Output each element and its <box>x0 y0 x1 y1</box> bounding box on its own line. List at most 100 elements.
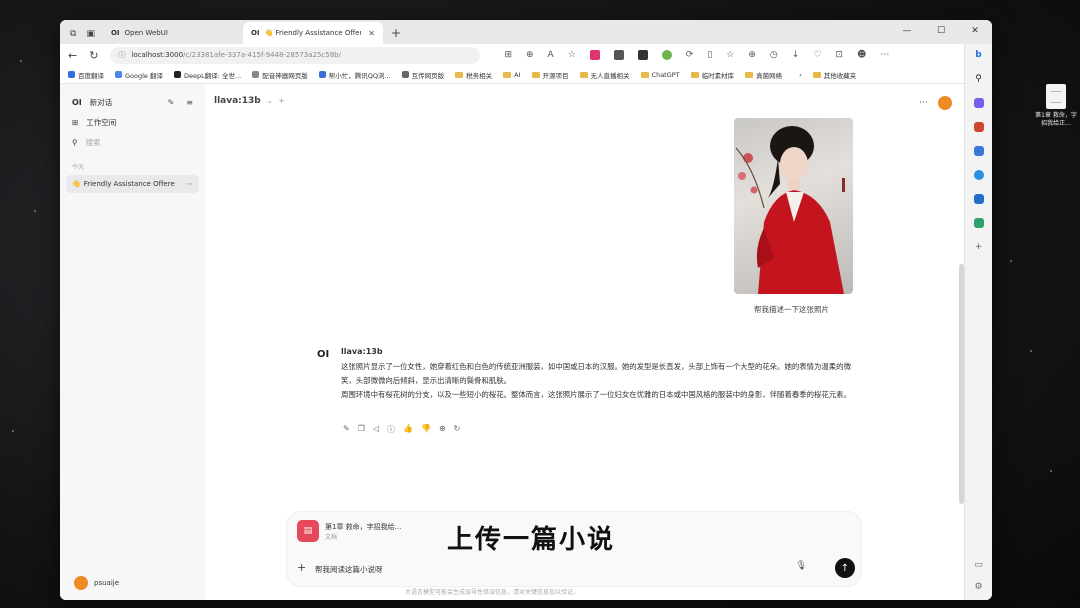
favorites-icon[interactable]: ☆ <box>726 50 734 60</box>
uploaded-image[interactable] <box>734 118 853 294</box>
search-icon[interactable]: ⚲ <box>975 74 982 84</box>
download-icon[interactable]: ↓ <box>792 50 800 60</box>
bookmark-folder[interactable]: 税务相关 <box>455 70 492 80</box>
speaker-icon[interactable]: ◁ <box>373 424 379 435</box>
extension-icon[interactable] <box>637 50 648 60</box>
edge-sidebar: b ⚲ + ▭ ⚙ <box>964 44 992 600</box>
tab-actions-icon[interactable]: ▣ <box>86 29 95 39</box>
continue-icon[interactable]: ⊕ <box>439 424 446 435</box>
menu-icon[interactable]: ≡ <box>186 98 193 107</box>
tab-strip: ⧉ ▣ OI Open WebUI OI 👋 Friendly Assistan… <box>60 20 992 44</box>
extension-icon[interactable]: ⟳ <box>686 50 694 60</box>
add-icon[interactable]: + <box>975 242 983 252</box>
extension-icon[interactable] <box>589 50 600 60</box>
extension-icon[interactable] <box>661 50 672 60</box>
more-icon[interactable]: ⋯ <box>919 98 928 108</box>
screenshot-icon[interactable]: ⊡ <box>835 50 843 60</box>
user-menu[interactable]: psuaije <box>74 576 119 590</box>
copilot-icon[interactable]: b <box>975 50 981 60</box>
tab-favicon: OI <box>250 29 260 37</box>
bookmark-item[interactable]: 配音神器网页版 <box>252 70 308 80</box>
sidebar-new-chat[interactable]: OI 新对话 ✎ ≡ <box>66 92 199 112</box>
new-tab-button[interactable]: + <box>383 26 409 44</box>
bookmark-folder[interactable]: AI <box>503 71 521 79</box>
back-icon[interactable]: ← <box>68 49 77 62</box>
bookmark-folder[interactable]: ChatGPT <box>640 71 680 79</box>
bookmarks-bar: 百度翻译 Google 翻译 DeepL翻译: 全世... 配音神器网页版 帮小… <box>60 66 992 84</box>
tab-open-webui[interactable]: OI Open WebUI <box>103 22 243 44</box>
regenerate-icon[interactable]: ↻ <box>454 424 461 435</box>
tab-title: 👋 Friendly Assistance Offere... <box>264 29 361 37</box>
sidebar-toggle-icon[interactable]: ▭ <box>974 560 983 570</box>
zoom-icon[interactable]: ⊕ <box>526 50 534 60</box>
star <box>1010 260 1012 262</box>
info-icon[interactable]: ⓘ <box>387 424 395 435</box>
copy-icon[interactable]: ❐ <box>358 424 365 435</box>
tag-icon[interactable] <box>973 98 984 108</box>
send-button[interactable]: ↑ <box>835 558 855 578</box>
bookmark-item[interactable]: 帮小忙，腾讯QQ浏... <box>318 70 391 80</box>
more-icon[interactable]: ⋯ <box>186 180 193 188</box>
bookmark-folder[interactable]: 其他收藏夹 <box>812 70 856 80</box>
thumbs-up-icon[interactable]: 👍 <box>403 424 413 435</box>
read-aloud-icon[interactable]: ⊞ <box>504 50 512 60</box>
model-selector[interactable]: llava:13b ⌄ + <box>214 96 285 106</box>
edit-icon[interactable]: ✎ <box>168 98 175 107</box>
sidebar-item-workspace[interactable]: ⊞ 工作空间 <box>66 112 199 132</box>
desktop-file[interactable]: 第1章 救命，字招我给正... <box>1034 84 1078 128</box>
tab-friendly-assistance[interactable]: OI 👋 Friendly Assistance Offere... ✕ <box>242 22 383 44</box>
bookmark-folder[interactable]: 无人直播相关 <box>579 70 630 80</box>
refresh-icon[interactable]: ↻ <box>89 49 98 62</box>
bookmark-folder[interactable]: 真菌网络 <box>745 70 782 80</box>
thumbs-down-icon[interactable]: 👎 <box>421 424 431 435</box>
window-close-button[interactable]: ✕ <box>958 20 992 42</box>
performance-icon[interactable]: ♡ <box>813 50 821 60</box>
attached-file[interactable]: ▤ 第1章 救命，字招我给... 文档 <box>297 520 401 542</box>
bookmark-item[interactable]: Google 翻译 <box>115 70 163 80</box>
favorite-star-icon[interactable]: ☆ <box>568 50 576 60</box>
folder-icon <box>455 71 464 78</box>
edit-icon[interactable]: ✎ <box>343 424 350 435</box>
translate-icon[interactable]: A <box>548 50 554 60</box>
tab-title: Open WebUI <box>124 29 168 37</box>
minimize-button[interactable]: — <box>890 20 924 42</box>
workspaces-icon[interactable]: ⧉ <box>70 29 76 39</box>
outlook-icon[interactable] <box>973 194 984 204</box>
designer-icon[interactable] <box>973 218 984 228</box>
bookmark-folder[interactable]: 临时素材库 <box>690 70 734 80</box>
bookmark-item[interactable]: 百度翻译 <box>68 70 104 80</box>
collections-icon[interactable]: ⊕ <box>748 50 756 60</box>
app-logo: OI <box>72 97 82 107</box>
microphone-icon[interactable]: 🎙 <box>796 561 807 571</box>
sidebar-search[interactable]: ⚲ 搜索 <box>66 132 199 152</box>
message-input[interactable]: 帮我阅读这篇小说呀 <box>315 564 383 575</box>
profile-icon[interactable]: ☻ <box>857 50 866 60</box>
more-icon[interactable]: ⋯ <box>880 50 889 60</box>
section-label: 今天 <box>72 164 85 171</box>
split-screen-icon[interactable]: ▯ <box>707 50 712 60</box>
address-bar[interactable]: ⓘ localhost:3000/c/23381afe-337a-415f-94… <box>110 46 481 64</box>
attach-button[interactable]: + <box>297 561 306 574</box>
shopping-icon[interactable] <box>973 122 984 132</box>
info-icon[interactable]: ⓘ <box>118 50 125 60</box>
settings-gear-icon[interactable]: ⚙ <box>974 582 982 592</box>
history-icon[interactable]: ◷ <box>770 50 778 60</box>
video-caption: 上传一篇小说 <box>447 525 616 555</box>
tools-icon[interactable] <box>973 146 984 156</box>
chevron-right-icon[interactable]: › <box>799 71 802 79</box>
folder-icon <box>531 71 540 78</box>
extension-icon[interactable] <box>613 50 624 60</box>
bookmark-folder[interactable]: 开源项目 <box>531 70 569 80</box>
close-icon[interactable]: ✕ <box>368 29 375 38</box>
sidebar: OI 新对话 ✎ ≡ ⊞ 工作空间 ⚲ 搜索 今天 👋 Friendly Ass… <box>60 84 205 600</box>
add-model-icon[interactable]: + <box>279 97 285 105</box>
bookmark-item[interactable]: DeepL翻译: 全世... <box>174 70 241 80</box>
maximize-button[interactable]: ☐ <box>924 20 958 42</box>
desktop-file-label: 第1章 救命，字招我给正... <box>1035 112 1077 127</box>
games-icon[interactable] <box>973 170 984 180</box>
bookmark-item[interactable]: 互传网页版 <box>401 70 444 80</box>
sidebar-chat-item[interactable]: 👋 Friendly Assistance Offere ⋯ <box>66 175 199 193</box>
avatar[interactable] <box>938 96 952 110</box>
document-icon <box>1046 84 1066 109</box>
workspace-label: 工作空间 <box>86 117 117 127</box>
